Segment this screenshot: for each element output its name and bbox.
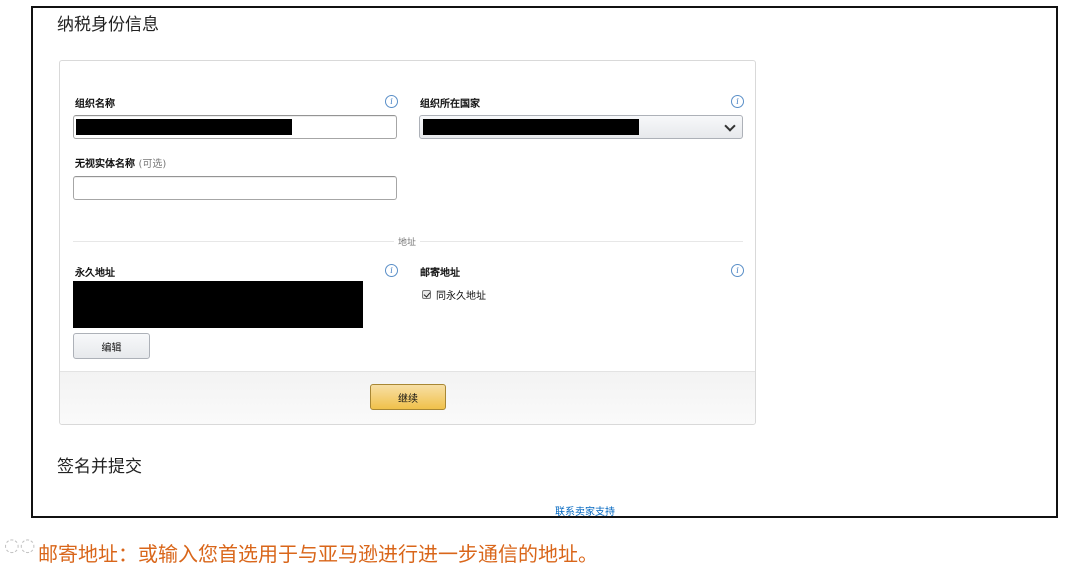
chevron-down-icon: [724, 120, 736, 132]
edit-address-button[interactable]: 编辑: [73, 333, 150, 359]
same-as-permanent-label[interactable]: 同永久地址: [436, 287, 486, 302]
dba-input[interactable]: [73, 176, 397, 200]
tax-identity-section-title: 纳税身份信息: [57, 15, 159, 35]
org-country-select[interactable]: [419, 115, 743, 139]
org-country-info-icon[interactable]: i: [731, 95, 744, 108]
org-country-redacted-value: [423, 119, 639, 135]
org-name-redacted-value: [76, 119, 292, 135]
caption-text: 邮寄地址：或输入您首选用于与亚马逊进行进一步通信的地址。: [38, 542, 598, 566]
address-divider-label: 地址: [394, 235, 421, 248]
mailing-address-label: 邮寄地址: [420, 268, 460, 279]
contact-seller-support-link[interactable]: 联系卖家支持: [555, 503, 615, 518]
org-name-label: 组织名称: [75, 99, 115, 110]
form-card-footer: 继续: [60, 371, 755, 424]
tax-identity-form-card: 组织名称 i 组织所在国家 i 无视实体名称 (可选) 地址 永久地址 i 编辑…: [59, 60, 756, 425]
permanent-address-info-icon[interactable]: i: [385, 264, 398, 277]
sign-submit-section-title: 签名并提交: [57, 457, 142, 477]
same-as-permanent-checkbox[interactable]: [422, 290, 431, 299]
continue-button[interactable]: 继续: [370, 384, 446, 410]
permanent-address-label: 永久地址: [75, 268, 115, 279]
org-name-input[interactable]: [73, 115, 397, 139]
mailing-address-info-icon[interactable]: i: [731, 264, 744, 277]
screenshot-frame: 纳税身份信息 组织名称 i 组织所在国家 i 无视实体名称 (可选) 地址 永久…: [31, 6, 1058, 518]
org-name-info-icon[interactable]: i: [385, 95, 398, 108]
dba-label: 无视实体名称 (可选): [75, 155, 166, 170]
dba-optional-tag: (可选): [138, 159, 167, 170]
dba-label-text: 无视实体名称: [75, 159, 135, 170]
org-country-label: 组织所在国家: [420, 99, 480, 110]
permanent-address-redacted: [73, 281, 363, 328]
